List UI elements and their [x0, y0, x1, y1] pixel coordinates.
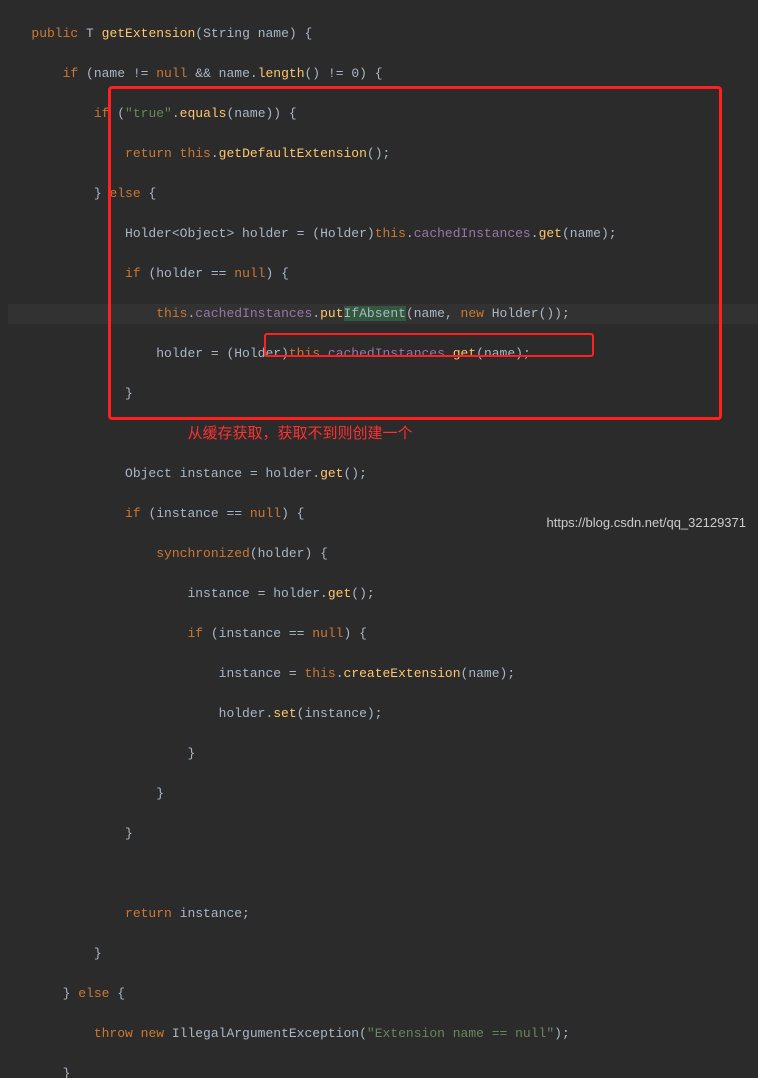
code-line: }	[0, 1064, 758, 1078]
code-line: return this.getDefaultExtension();	[0, 144, 758, 164]
code-line: if (instance == null) {	[0, 624, 758, 644]
code-line: }	[0, 744, 758, 764]
code-line: instance = holder.get();	[0, 584, 758, 604]
code-line: instance = this.createExtension(name);	[0, 664, 758, 684]
watermark: https://blog.csdn.net/qq_32129371	[547, 513, 747, 533]
code-line: return instance;	[0, 904, 758, 924]
code-line: holder.set(instance);	[0, 704, 758, 724]
code-line: public T getExtension(String name) {	[0, 24, 758, 44]
code-line: throw new IllegalArgumentException("Exte…	[0, 1024, 758, 1044]
code-line: } else {	[0, 984, 758, 1004]
code-line: }	[0, 824, 758, 844]
code-line: }	[0, 784, 758, 804]
code-line: synchronized(holder) {	[0, 544, 758, 564]
code-line: if (name != null && name.length() != 0) …	[0, 64, 758, 84]
code-line	[0, 864, 758, 884]
code-line: }	[0, 384, 758, 404]
code-line: this.cachedInstances.putIfAbsent(name, n…	[0, 304, 758, 324]
code-line: Holder<Object> holder = (Holder)this.cac…	[0, 224, 758, 244]
code-editor[interactable]: public T getExtension(String name) { if …	[0, 0, 758, 1078]
code-line: } else {	[0, 184, 758, 204]
code-line: if (holder == null) {	[0, 264, 758, 284]
annotation-comment: 从缓存获取，获取不到则创建一个	[0, 424, 758, 444]
code-line: }	[0, 944, 758, 964]
code-line: Object instance = holder.get();	[0, 464, 758, 484]
code-line: if ("true".equals(name)) {	[0, 104, 758, 124]
code-line: holder = (Holder)this.cachedInstances.ge…	[0, 344, 758, 364]
